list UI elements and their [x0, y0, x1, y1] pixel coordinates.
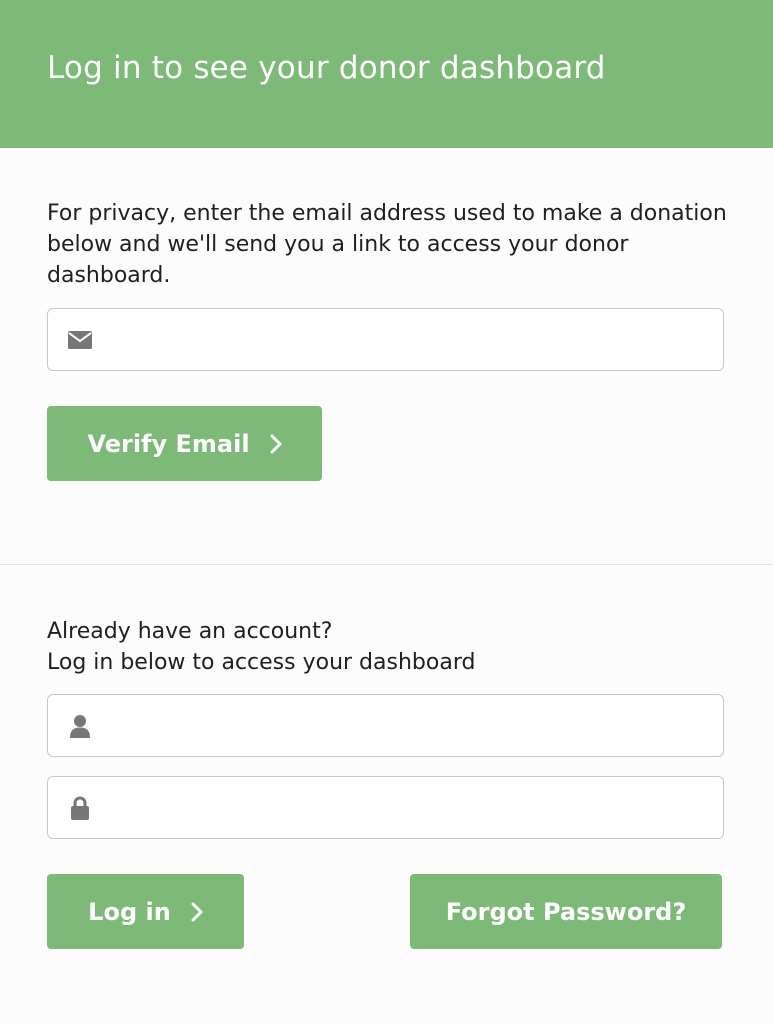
envelope-icon [68, 328, 92, 352]
email-field[interactable] [47, 308, 724, 372]
page-header: Log in to see your donor dashboard [0, 0, 773, 148]
password-input[interactable] [108, 777, 712, 840]
chevron-right-icon [191, 902, 203, 922]
page-title: Log in to see your donor dashboard [47, 50, 606, 86]
forgot-password-button[interactable]: Forgot Password? [410, 874, 722, 949]
password-field[interactable] [47, 776, 724, 840]
user-icon [68, 714, 92, 738]
donor-login-page: Log in to see your donor dashboard For p… [0, 0, 773, 1024]
login-instructions: Already have an account? Log in below to… [47, 616, 727, 678]
chevron-right-icon [270, 434, 282, 454]
email-input[interactable] [108, 309, 712, 372]
verify-email-button[interactable]: Verify Email [47, 406, 322, 481]
login-instructions-line1: Already have an account? [47, 619, 333, 644]
verify-email-label: Verify Email [87, 429, 250, 458]
login-label: Log in [88, 897, 171, 926]
forgot-password-label: Forgot Password? [445, 897, 687, 926]
section-divider [0, 564, 773, 565]
login-instructions-line2: Log in below to access your dashboard [47, 650, 476, 675]
login-button[interactable]: Log in [47, 874, 244, 949]
verify-instructions: For privacy, enter the email address use… [47, 201, 727, 288]
username-input[interactable] [108, 695, 712, 758]
lock-icon [68, 796, 92, 820]
username-field[interactable] [47, 694, 724, 758]
